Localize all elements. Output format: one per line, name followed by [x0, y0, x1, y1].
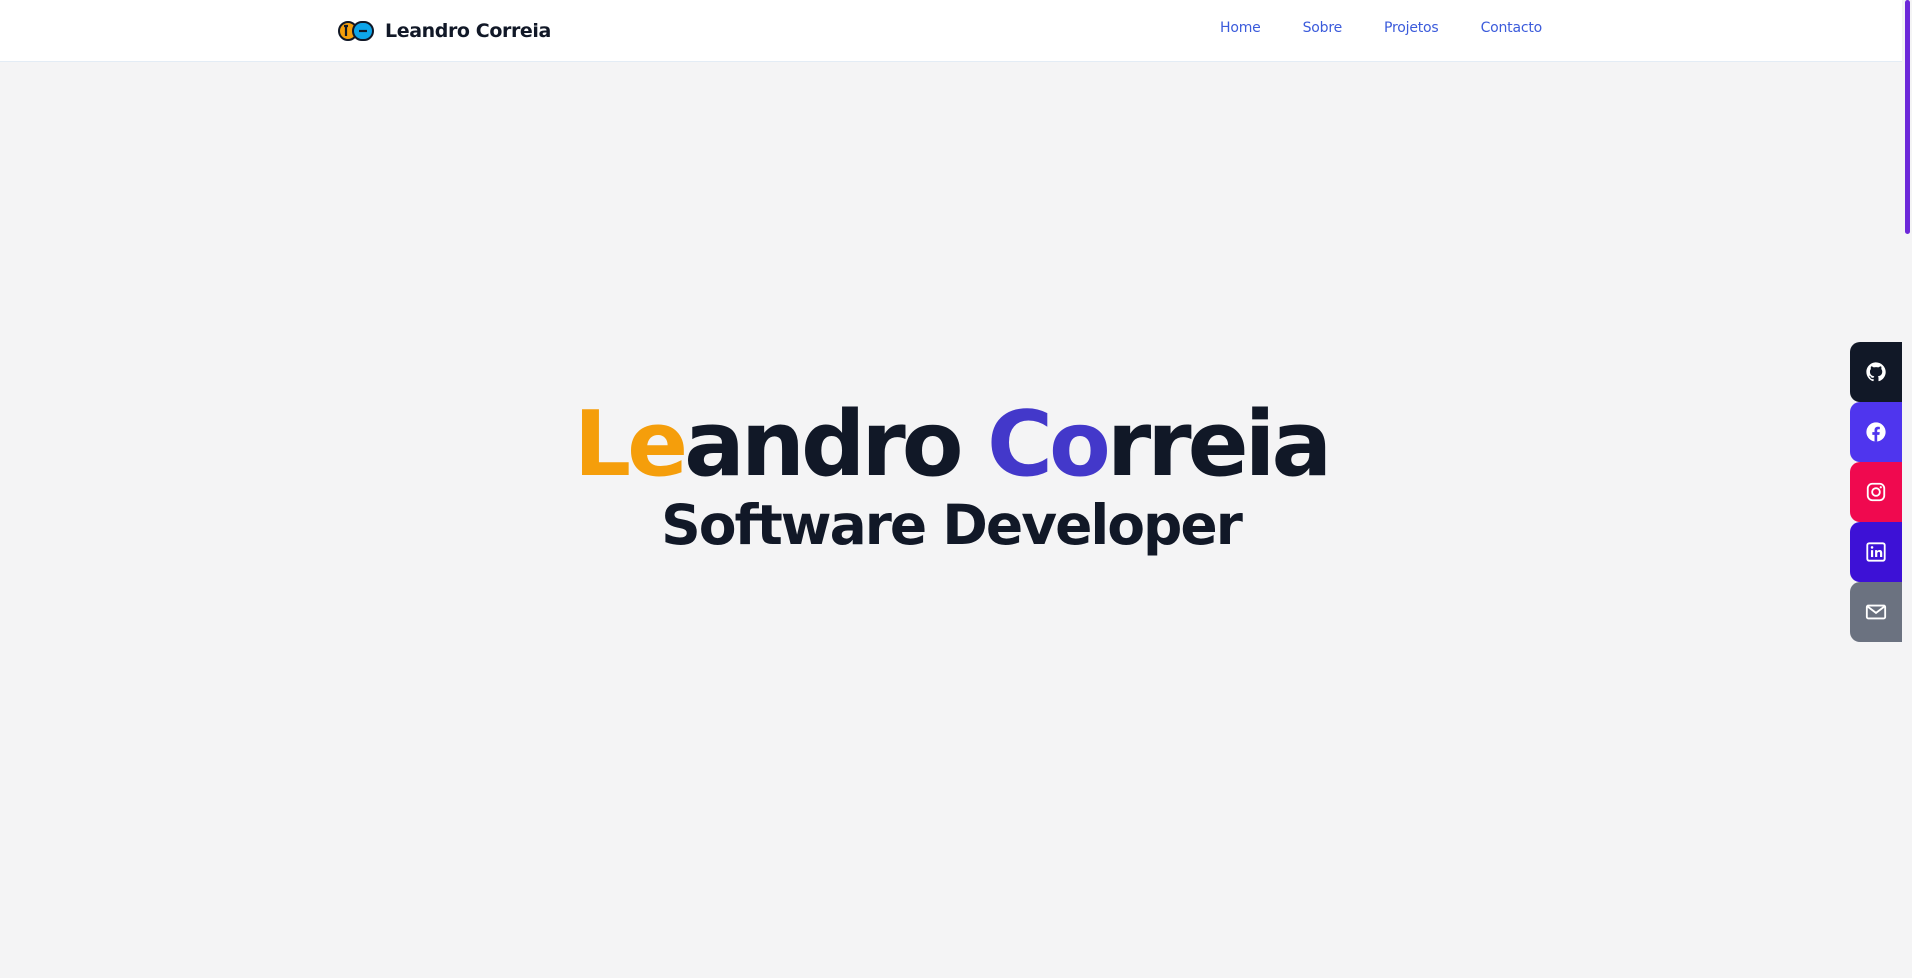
- scrollbar-thumb[interactable]: [1905, 0, 1910, 234]
- brand-name: Leandro Correia: [385, 20, 551, 42]
- nav-home[interactable]: Home: [1220, 20, 1261, 36]
- hero-name-last-accent: Co: [986, 392, 1111, 497]
- scrollbar[interactable]: [1902, 0, 1912, 978]
- social-sidebar: [1850, 342, 1902, 642]
- hero-name: Leandro Correia: [0, 400, 1902, 490]
- github-icon: [1866, 362, 1886, 382]
- brand-link[interactable]: Leandro Correia: [338, 16, 551, 46]
- linkedin-icon: [1866, 542, 1886, 562]
- mail-icon: [1865, 604, 1887, 620]
- mail-link[interactable]: [1850, 582, 1902, 642]
- hero-name-first-rest: andro: [684, 392, 987, 497]
- site-header: Leandro Correia Home Sobre Projetos Cont…: [0, 0, 1902, 62]
- instagram-icon: [1866, 482, 1886, 502]
- hero-name-first-accent: Le: [573, 392, 688, 497]
- facebook-icon: [1866, 422, 1886, 442]
- linkedin-link[interactable]: [1850, 522, 1902, 582]
- facebook-link[interactable]: [1850, 402, 1902, 462]
- logo-icon: [338, 21, 374, 41]
- hero-role: Software Developer: [661, 493, 1243, 557]
- github-link[interactable]: [1850, 342, 1902, 402]
- nav-sobre[interactable]: Sobre: [1303, 20, 1343, 36]
- nav-projetos[interactable]: Projetos: [1384, 20, 1439, 36]
- hero-name-last-rest: rreia: [1106, 392, 1332, 497]
- nav-contacto[interactable]: Contacto: [1481, 20, 1543, 36]
- instagram-link[interactable]: [1850, 462, 1902, 522]
- hero-section: Leandro Correia Software Developer: [0, 62, 1902, 978]
- main-nav: Home Sobre Projetos Contacto: [1220, 20, 1542, 36]
